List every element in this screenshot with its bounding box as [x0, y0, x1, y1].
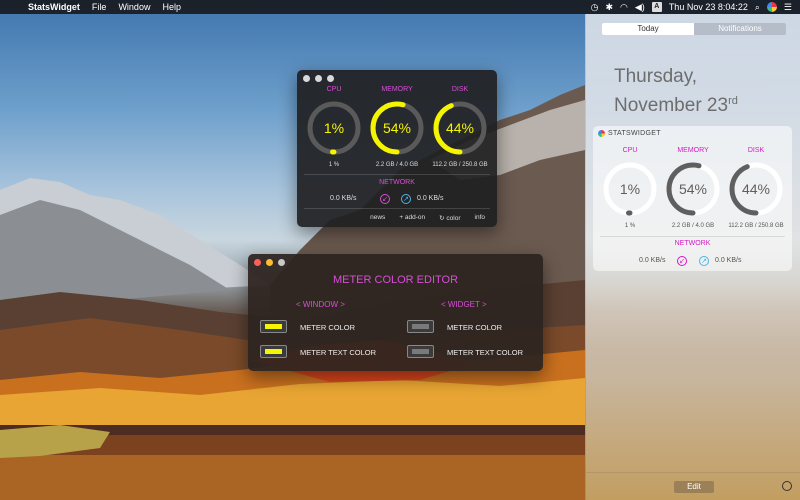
stats-window: CPU MEMORY DISK 1% 54% 44% 1 % 2.2 GB / …	[297, 70, 497, 227]
disk-sub: 112.2 GB / 250.8 GB	[432, 162, 488, 168]
widget-memory-sub: 2.2 GB / 4.0 GB	[671, 223, 715, 229]
nc-date-day: November 23rd	[614, 89, 738, 118]
disk-label: DISK	[451, 86, 469, 93]
window-controls	[303, 75, 334, 82]
divider	[304, 208, 490, 209]
widget-cpu-value: 1%	[620, 181, 640, 197]
divider	[600, 236, 785, 237]
widget-cpu-sub: 1 %	[624, 223, 636, 229]
statswidget-widget: STATSWIDGET CPU MEMORY DISK 1% 54% 44% 1…	[593, 126, 792, 271]
widget-text-color-label: METER TEXT COLOR	[447, 348, 523, 357]
wifi-icon[interactable]: ◠	[620, 2, 628, 13]
stats-footer: news + add-on ↻ color info	[370, 214, 485, 222]
widget-disk-label: DISK	[747, 147, 765, 154]
window-text-color-swatch[interactable]	[260, 345, 287, 358]
widget-cpu-label: CPU	[622, 147, 638, 154]
zoom-button[interactable]	[278, 259, 285, 266]
close-button[interactable]	[254, 259, 261, 266]
menubar-clock[interactable]: Thu Nov 23 8:04:22	[669, 2, 748, 12]
window-text-color-label: METER TEXT COLOR	[300, 348, 376, 357]
close-button[interactable]	[303, 75, 310, 82]
editor-window-controls	[254, 259, 285, 266]
tab-notifications[interactable]: Notifications	[694, 23, 786, 35]
cpu-value: 1%	[324, 120, 344, 136]
notification-center: Today Notifications Thursday, November 2…	[585, 14, 800, 500]
widget-upload-arrow-icon: ↗	[699, 256, 709, 266]
news-link[interactable]: news	[370, 214, 385, 222]
menu-app-name[interactable]: StatsWidget	[22, 2, 86, 12]
menu-bar: StatsWidget File Window Help ◷ ✱ ◠ ◀) A …	[0, 0, 800, 14]
minimize-button[interactable]	[266, 259, 273, 266]
widget-text-color-swatch[interactable]	[407, 345, 434, 358]
window-section-heading: < WINDOW >	[296, 300, 345, 309]
nc-date-weekday: Thursday,	[614, 66, 698, 87]
widget-meter-color-label: METER COLOR	[447, 323, 503, 332]
tab-today[interactable]: Today	[602, 23, 694, 35]
disk-value: 44%	[446, 120, 474, 136]
widget-disk-sub: 112.2 GB / 250.8 GB	[728, 223, 784, 229]
color-link[interactable]: ↻ color	[439, 214, 460, 222]
widget-memory-gauge: 54%	[666, 162, 720, 216]
meter-color-editor: METER COLOR EDITOR < WINDOW > < WIDGET >…	[248, 254, 543, 371]
nc-tab-bar: Today Notifications	[602, 23, 786, 35]
widget-memory-label: MEMORY	[677, 147, 709, 154]
cpu-sub: 1 %	[328, 162, 340, 168]
widget-memory-value: 54%	[679, 181, 707, 197]
memory-gauge: 54%	[370, 101, 424, 155]
nc-date-suffix: rd	[728, 95, 738, 107]
window-meter-color-swatch[interactable]	[260, 320, 287, 333]
nc-date-month-day: November 23	[614, 95, 729, 116]
divider	[304, 174, 490, 175]
swatch-fill	[412, 349, 429, 354]
gear-icon[interactable]	[782, 481, 792, 491]
cpu-label: CPU	[326, 86, 342, 93]
widget-network-label: NETWORK	[674, 240, 711, 247]
menu-window[interactable]: Window	[112, 2, 156, 12]
input-source-icon[interactable]: A	[651, 2, 662, 12]
network-up-value: 0.0 KB/s	[417, 195, 444, 202]
memory-sub: 2.2 GB / 4.0 GB	[375, 162, 419, 168]
time-machine-icon[interactable]: ◷	[591, 2, 599, 13]
statswidget-logo-icon	[598, 130, 605, 137]
widget-disk-gauge: 44%	[729, 162, 783, 216]
swatch-fill	[265, 324, 282, 329]
spotlight-icon[interactable]: ⌕	[755, 2, 760, 13]
network-down-value: 0.0 KB/s	[330, 195, 357, 202]
memory-label: MEMORY	[381, 86, 413, 93]
menu-help[interactable]: Help	[156, 2, 187, 12]
window-meter-color-label: METER COLOR	[300, 323, 356, 332]
menu-file[interactable]: File	[86, 2, 113, 12]
volume-icon[interactable]: ◀)	[635, 2, 645, 13]
siri-icon[interactable]	[766, 2, 777, 12]
minimize-button[interactable]	[315, 75, 322, 82]
nc-bottom-bar: Edit	[586, 472, 800, 500]
bluetooth-icon[interactable]: ✱	[605, 2, 613, 13]
widget-disk-value: 44%	[742, 181, 770, 197]
widget-section-heading: < WIDGET >	[441, 300, 487, 309]
swatch-fill	[265, 349, 282, 354]
widget-network-up-value: 0.0 KB/s	[715, 257, 742, 264]
zoom-button[interactable]	[327, 75, 334, 82]
color-link-label: color	[446, 215, 461, 222]
widget-cpu-gauge: 1%	[603, 162, 657, 216]
nc-date: Thursday, November 23rd	[614, 65, 738, 118]
addon-link[interactable]: + add-on	[399, 214, 425, 222]
cpu-gauge: 1%	[307, 101, 361, 155]
memory-value: 54%	[383, 120, 411, 136]
widget-network-down-value: 0.0 KB/s	[639, 257, 666, 264]
widget-title: STATSWIDGET	[608, 130, 661, 137]
widget-meter-color-swatch[interactable]	[407, 320, 434, 333]
info-link[interactable]: info	[475, 214, 485, 222]
notification-center-icon[interactable]: ☰	[784, 2, 792, 13]
download-arrow-icon: ↙	[380, 194, 390, 204]
upload-arrow-icon: ↗	[401, 194, 411, 204]
widget-download-arrow-icon: ↙	[677, 256, 687, 266]
swatch-fill	[412, 324, 429, 329]
editor-title: METER COLOR EDITOR	[332, 274, 459, 286]
edit-button[interactable]: Edit	[674, 481, 714, 493]
network-label: NETWORK	[379, 179, 415, 186]
disk-gauge: 44%	[433, 101, 487, 155]
